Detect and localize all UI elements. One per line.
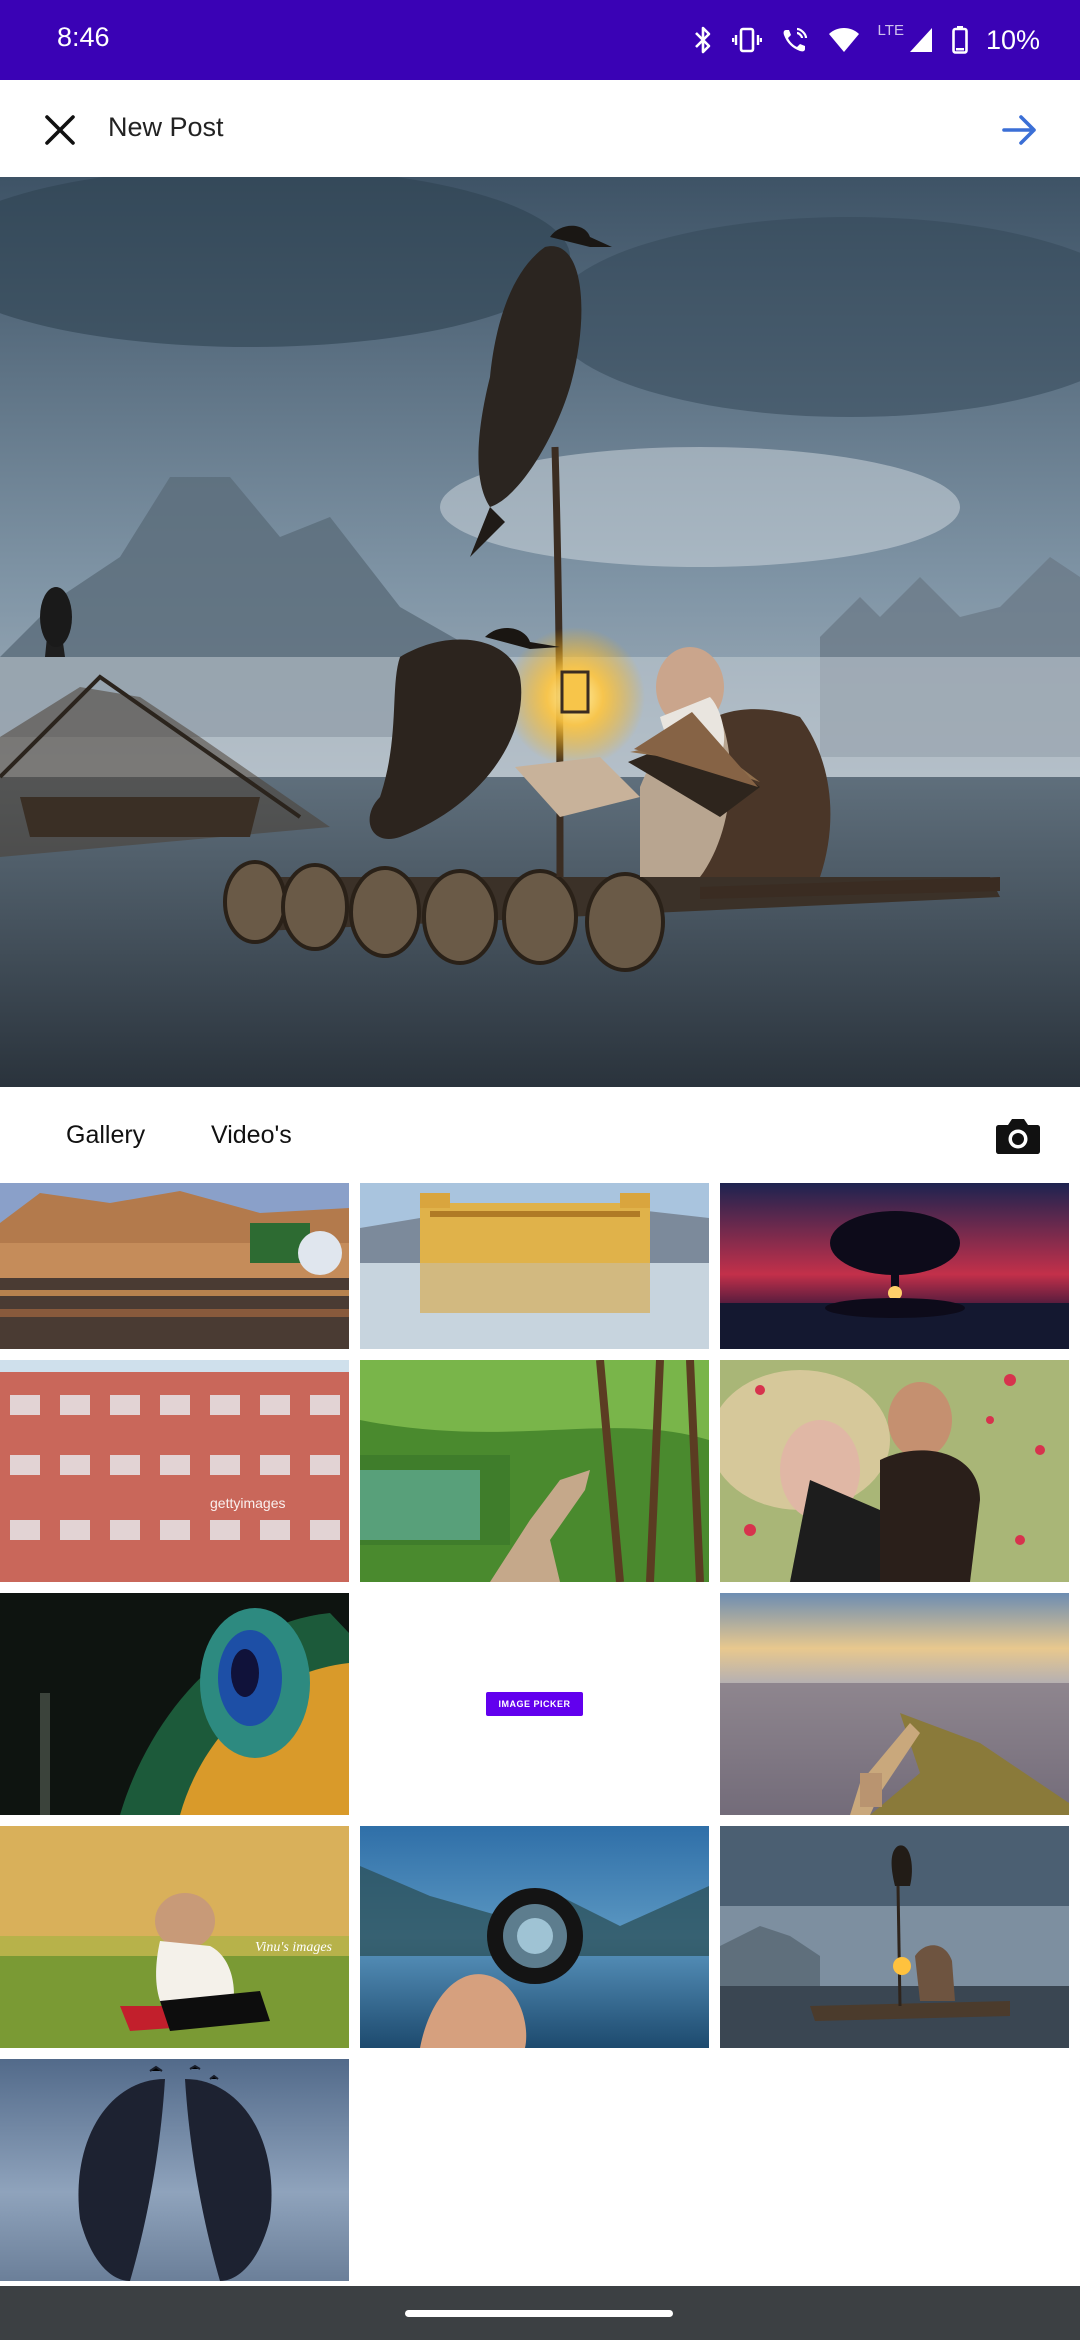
image-picker-button[interactable]: IMAGE PICKER (486, 1692, 583, 1716)
vibrate-icon (731, 25, 762, 55)
app-bar: New Post (0, 80, 1080, 177)
system-navigation-bar (0, 2286, 1080, 2340)
network-label: LTE (877, 21, 904, 39)
camera-button[interactable] (990, 1107, 1046, 1163)
gallery-thumbnail[interactable] (360, 1826, 709, 2048)
wifi-call-icon (780, 25, 810, 55)
gallery-thumbnail[interactable] (720, 1183, 1069, 1349)
signal-icon (908, 26, 934, 54)
wifi-icon (828, 26, 860, 54)
gallery-thumbnail[interactable] (720, 1593, 1069, 1815)
bluetooth-icon (692, 25, 714, 55)
watermark-text: gettyimages (210, 1495, 285, 1511)
gallery-thumbnail[interactable] (720, 1826, 1069, 2048)
close-icon (45, 115, 75, 145)
home-gesture-handle[interactable] (405, 2310, 673, 2317)
selected-image-preview (0, 177, 1080, 1087)
gallery-thumbnail[interactable] (0, 1183, 349, 1349)
watermark-text: Vinu's images (255, 1940, 333, 1955)
tab-videos[interactable]: Video's (211, 1121, 292, 1150)
battery-icon (952, 26, 968, 54)
status-bar: 8:46 LTE 10% (0, 0, 1080, 80)
status-time: 8:46 (57, 22, 110, 52)
tab-gallery[interactable]: Gallery (66, 1121, 145, 1150)
close-button[interactable] (30, 100, 90, 160)
arrow-right-icon (1002, 115, 1036, 145)
image-picker-cell[interactable]: IMAGE PICKER (360, 1593, 709, 1815)
gallery-thumbnail[interactable] (360, 1360, 709, 1582)
gallery-thumbnail[interactable] (0, 1593, 349, 1815)
gallery-thumbnail[interactable]: gettyimages (0, 1360, 349, 1582)
camera-icon (996, 1119, 1040, 1154)
gallery-thumbnail[interactable] (720, 1360, 1069, 1582)
next-button[interactable] (990, 100, 1050, 160)
media-tabs: Gallery Video's (0, 1087, 1080, 1183)
status-icons: LTE 10% (692, 20, 1040, 60)
battery-percent: 10% (985, 24, 1040, 55)
gallery-thumbnail[interactable] (0, 2059, 349, 2281)
page-title: New Post (108, 112, 224, 142)
gallery-thumbnail[interactable]: Vinu's images (0, 1826, 349, 2048)
gallery-thumbnail[interactable] (360, 1183, 709, 1349)
